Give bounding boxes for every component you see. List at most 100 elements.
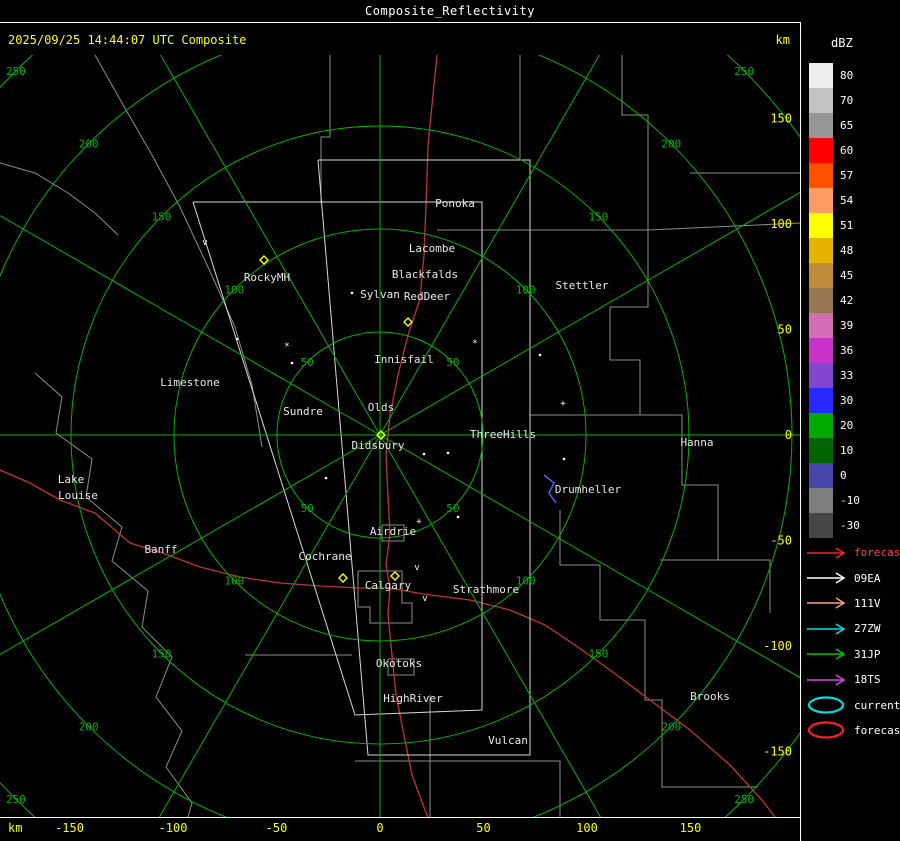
city-label: Innisfail: [374, 353, 434, 366]
dbz-color-swatch: [809, 363, 833, 388]
legend-track-31jp-label: 31JP: [854, 648, 881, 661]
city-label: Calgary: [365, 579, 412, 592]
range-ring-label: 50: [446, 356, 459, 369]
dbz-scale-row: 45: [801, 263, 900, 288]
dbz-color-swatch: [809, 63, 833, 88]
storm-ellipse-icon: [805, 695, 851, 715]
county-boundary: [35, 373, 192, 817]
city-label: Olds: [368, 401, 395, 414]
dbz-value-label: 0: [840, 469, 847, 482]
town-marker-dot: [447, 452, 450, 455]
dbz-color-scale: 807065605754514845423936333020100-10-30: [801, 63, 900, 538]
dbz-value-label: 54: [840, 194, 853, 207]
azimuth-spoke: [55, 435, 380, 817]
dbz-color-swatch: [809, 188, 833, 213]
dbz-color-swatch: [809, 388, 833, 413]
window-title: Composite_Reflectivity: [0, 0, 900, 23]
track-arrow-icon: [805, 622, 851, 636]
city-label: RedDeer: [404, 290, 451, 303]
town-marker-dot: [325, 477, 328, 480]
range-ring-label: 250: [734, 65, 754, 78]
legend-track-forecast-label: forecast: [854, 546, 900, 559]
city-label: ThreeHills: [470, 428, 536, 441]
right-axis-label: 150: [770, 112, 792, 126]
dbz-color-swatch: [809, 213, 833, 238]
dbz-value-label: 10: [840, 444, 853, 457]
city-label: Airdrie: [370, 525, 416, 538]
track-arrow-icon: [805, 546, 851, 560]
dbz-color-swatch: [809, 488, 833, 513]
bottom-axis-label: -150: [50, 821, 90, 835]
dbz-value-label: 60: [840, 144, 853, 157]
city-label: Brooks: [690, 690, 730, 703]
city-label: Hanna: [680, 436, 713, 449]
range-ring-label: 200: [79, 720, 99, 733]
azimuth-spoke: [380, 435, 705, 817]
city-label: Vulcan: [488, 734, 528, 747]
chevron-marker: v: [414, 563, 419, 573]
range-ring-label: 150: [589, 647, 609, 660]
bottom-axis-label: -50: [257, 821, 297, 835]
bottom-axis-divider: [0, 817, 801, 818]
legend-ellipse-current-label: current: [854, 699, 900, 712]
range-ring-label: 250: [6, 793, 26, 806]
range-ring-label: 100: [516, 283, 536, 296]
range-ring-label: 50: [446, 502, 459, 515]
legend-ellipse-forecast-label: forecast: [854, 724, 900, 737]
county-boundary: [660, 560, 770, 613]
town-marker-dot: [563, 458, 566, 461]
dbz-color-swatch: [809, 88, 833, 113]
timestamp-label: 2025/09/25 14:44:07 UTC Composite: [8, 33, 246, 47]
city-label: Stettler: [556, 279, 609, 292]
town-marker-dot: [423, 453, 426, 456]
legend-sidebar: dBZ 807065605754514845423936333020100-10…: [800, 22, 900, 841]
town-marker-dot: [457, 516, 460, 519]
dbz-value-label: 36: [840, 344, 853, 357]
right-axis-label: 100: [770, 217, 792, 231]
range-ring-label: 150: [589, 211, 609, 224]
legend-track-31jp: 31JP: [801, 642, 900, 667]
city-label: Louise: [58, 489, 98, 502]
bottom-axis-label: 150: [671, 821, 711, 835]
dbz-color-swatch: [809, 438, 833, 463]
dbz-value-label: 20: [840, 419, 853, 432]
dbz-scale-row: 57: [801, 163, 900, 188]
town-marker-dot: [539, 354, 542, 357]
range-ring-label: 150: [152, 211, 172, 224]
dbz-color-swatch: [809, 163, 833, 188]
range-ring-label: 50: [301, 356, 314, 369]
radar-site-diamond: [339, 574, 347, 582]
range-ring-label: 50: [301, 502, 314, 515]
legend-track-18ts: 18TS: [801, 667, 900, 692]
city-label: HighRiver: [383, 692, 443, 705]
dbz-color-swatch: [809, 413, 833, 438]
dbz-scale-row: 54: [801, 188, 900, 213]
range-ring-label: 250: [734, 793, 754, 806]
county-boundary: [0, 163, 118, 235]
radar-map: 5050505010010010010015015015015020020020…: [0, 55, 800, 817]
bottom-axis-label: -100: [153, 821, 193, 835]
dbz-scale-row: 42: [801, 288, 900, 313]
legend-ellipse-forecast: forecast: [801, 718, 900, 743]
dbz-scale-row: -10: [801, 488, 900, 513]
dbz-value-label: 51: [840, 219, 853, 232]
county-boundary: [321, 55, 330, 203]
legend-track-09ea: 09EA: [801, 565, 900, 590]
dbz-value-label: 48: [840, 244, 853, 257]
county-boundary: [355, 761, 560, 817]
dbz-scale-row: 51: [801, 213, 900, 238]
highway: [0, 470, 388, 588]
dbz-value-label: 39: [840, 319, 853, 332]
dbz-value-label: 70: [840, 94, 853, 107]
track-arrow-icon: [805, 596, 851, 610]
dbz-scale-row: 39: [801, 313, 900, 338]
range-ring-label: 100: [224, 575, 244, 588]
legend-track-27zw-label: 27ZW: [854, 622, 881, 635]
dbz-color-swatch: [809, 263, 833, 288]
color-scale-title: dBZ: [831, 36, 853, 50]
right-axis-label: -150: [763, 745, 792, 759]
city-label: Lacombe: [409, 242, 455, 255]
chevron-marker: v: [202, 238, 207, 248]
right-axis-label: 50: [778, 323, 792, 337]
storm-track-legend: forecast09EA111V27ZW31JP18TScurrentforec…: [801, 540, 900, 743]
